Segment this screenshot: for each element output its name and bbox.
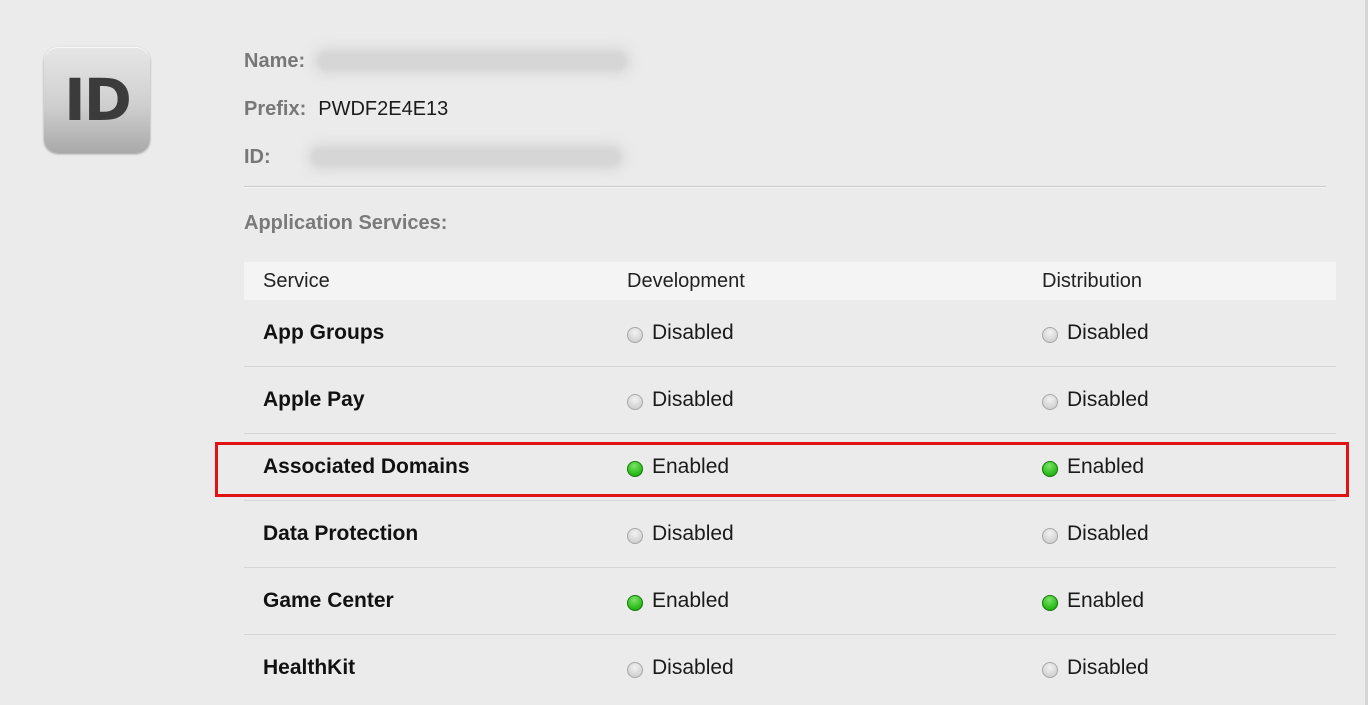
distribution-status: Enabled (1067, 589, 1145, 612)
name-label: Name: (244, 49, 306, 72)
service-name: Apple Pay (263, 388, 365, 411)
id-row: ID: (244, 143, 621, 171)
table-row: Game Center Enabled Enabled (244, 568, 1336, 635)
development-status: Enabled (652, 455, 730, 478)
enabled-status-icon (627, 594, 643, 611)
app-id-detail-page: ID Name: Prefix: PWDF2E4E13 ID: Applicat… (0, 0, 1368, 705)
development-status: Disabled (652, 388, 734, 411)
enabled-status-icon (627, 460, 643, 477)
enabled-status-icon (1042, 594, 1058, 611)
distribution-status: Disabled (1067, 656, 1149, 679)
name-value-redacted (317, 51, 628, 71)
table-row: App Groups Disabled Disabled (244, 300, 1336, 367)
service-name: HealthKit (263, 656, 356, 679)
services-table: Service Development Distribution App Gro… (244, 262, 1336, 701)
development-status: Enabled (652, 589, 730, 612)
distribution-status: Enabled (1067, 455, 1145, 478)
disabled-status-icon (1042, 393, 1058, 410)
distribution-status: Disabled (1067, 388, 1149, 411)
enabled-status-icon (1042, 460, 1058, 477)
disabled-status-icon (627, 393, 643, 410)
prefix-label: Prefix: (244, 97, 307, 120)
development-status: Disabled (652, 656, 734, 679)
disabled-status-icon (1042, 326, 1058, 343)
id-label: ID: (244, 145, 271, 168)
service-name: Game Center (263, 589, 394, 612)
header-service: Service (263, 269, 330, 292)
service-name: Associated Domains (263, 455, 470, 478)
table-row: HealthKit Disabled Disabled (244, 635, 1336, 701)
disabled-status-icon (1042, 527, 1058, 544)
service-name: Data Protection (263, 522, 419, 545)
table-row-associated-domains: Associated Domains Enabled Enabled (244, 434, 1336, 501)
development-status: Disabled (652, 522, 734, 545)
application-services-title: Application Services: (244, 212, 448, 234)
disabled-status-icon (627, 326, 643, 343)
development-status: Disabled (652, 321, 734, 344)
service-name: App Groups (263, 321, 385, 344)
table-header: Service Development Distribution (244, 262, 1336, 300)
distribution-status: Disabled (1067, 522, 1149, 545)
disabled-status-icon (1042, 661, 1058, 678)
name-row: Name: (244, 47, 628, 75)
header-development: Development (627, 269, 745, 292)
table-row: Apple Pay Disabled Disabled (244, 367, 1336, 434)
app-id-icon: ID (44, 47, 150, 153)
prefix-row: Prefix: PWDF2E4E13 (244, 95, 448, 123)
distribution-status: Disabled (1067, 321, 1149, 344)
disabled-status-icon (627, 527, 643, 544)
table-row: Data Protection Disabled Disabled (244, 501, 1336, 568)
section-divider (244, 186, 1326, 188)
id-value-redacted (310, 147, 621, 167)
header-distribution: Distribution (1042, 269, 1143, 292)
prefix-value: PWDF2E4E13 (318, 97, 449, 120)
disabled-status-icon (627, 661, 643, 678)
